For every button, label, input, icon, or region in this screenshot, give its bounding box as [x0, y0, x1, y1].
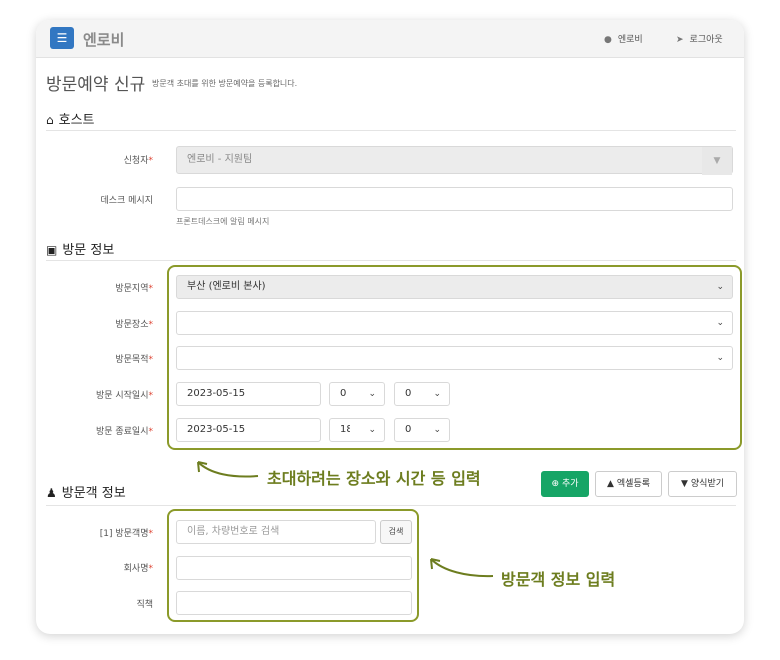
- start-datetime-label: 방문 시작일시*: [56, 388, 153, 401]
- purpose-label-text: 방문목적: [115, 355, 149, 365]
- end-datetime-label: 방문 종료일시*: [56, 424, 153, 437]
- divider: [46, 130, 736, 131]
- id-card-icon: ▣: [46, 243, 58, 257]
- divider: [46, 505, 736, 506]
- brand-name[interactable]: 엔로비: [83, 29, 124, 50]
- arrow-up-circle-icon: ▲: [606, 479, 614, 489]
- place-label-text: 방문장소: [115, 320, 149, 330]
- applicant-label: 신청자*: [56, 153, 153, 166]
- plus-circle-icon: ⊕: [551, 479, 559, 489]
- host-section-label: 호스트: [58, 113, 95, 128]
- user-icon: ●: [604, 35, 612, 45]
- required-mark: *: [148, 320, 154, 330]
- company-label-text: 회사명: [123, 564, 149, 574]
- required-mark: *: [148, 156, 154, 166]
- applicant-label-text: 신청자: [123, 156, 149, 166]
- company-label: 회사명*: [56, 561, 153, 574]
- region-label: 방문지역*: [56, 281, 153, 294]
- applicant-value: 엔로비 - 지원팀: [187, 154, 253, 165]
- end-label-text: 방문 종료일시: [95, 427, 149, 437]
- visitor-info-highlight-box: [167, 509, 419, 622]
- region-label-text: 방문지역: [115, 284, 149, 294]
- start-label-text: 방문 시작일시: [95, 391, 149, 401]
- visitor-name-label: [1] 방문객명*: [56, 526, 153, 539]
- divider: [46, 260, 736, 261]
- sign-out-icon: ➤: [676, 35, 684, 45]
- applicant-select[interactable]: 엔로비 - 지원팀 ▼: [176, 146, 733, 175]
- visit-section-label: 방문 정보: [62, 243, 115, 258]
- visit-info-highlight-box: [167, 265, 742, 450]
- logout-label: 로그아웃: [689, 35, 723, 45]
- visitor-info-annotation: 방문객 정보 입력: [501, 570, 616, 589]
- visitor-name-label-text: [1] 방문객명: [99, 529, 149, 539]
- desk-message-input[interactable]: [176, 187, 733, 211]
- download-form-button[interactable]: ▼ 양식받기: [668, 471, 737, 497]
- host-section-title: ⌂ 호스트: [46, 109, 95, 128]
- excel-upload-button[interactable]: ▲ 엑셀등록: [595, 471, 662, 497]
- required-mark: *: [148, 391, 154, 401]
- annotation-arrow-icon: [430, 558, 494, 578]
- visit-info-annotation: 초대하려는 장소와 시간 등 입력: [267, 469, 481, 488]
- user-menu[interactable]: ● 엔로비: [604, 32, 643, 45]
- desk-message-help: 프론트데스크에 알림 메시지: [176, 217, 270, 226]
- desk-message-label: 데스크 메시지: [100, 196, 153, 206]
- logout-link[interactable]: ➤ 로그아웃: [676, 32, 723, 45]
- visitor-section-title: ♟ 방문객 정보: [46, 482, 126, 501]
- required-mark: *: [148, 284, 154, 294]
- excel-button-label: 엑셀등록: [616, 479, 651, 489]
- hamburger-icon: ☰: [56, 31, 68, 45]
- form-button-label: 양식받기: [690, 479, 725, 489]
- menu-toggle-button[interactable]: ☰: [50, 27, 74, 49]
- visit-section-title: ▣ 방문 정보: [46, 239, 114, 258]
- required-mark: *: [148, 355, 154, 365]
- annotation-arrow-icon: [197, 461, 259, 478]
- place-label: 방문장소*: [56, 317, 153, 330]
- purpose-label: 방문목적*: [56, 352, 153, 365]
- home-icon: ⌂: [46, 113, 54, 127]
- user-icon: ♟: [46, 486, 57, 500]
- user-name: 엔로비: [617, 35, 643, 45]
- visitor-section-label: 방문객 정보: [61, 486, 126, 501]
- top-navbar: ☰ 엔로비 ● 엔로비 ➤ 로그아웃: [36, 20, 744, 58]
- add-visitor-button[interactable]: ⊕ 추가: [541, 471, 589, 497]
- arrow-down-circle-icon: ▼: [680, 479, 688, 489]
- chevron-down-icon: ▼: [702, 147, 732, 175]
- add-button-label: 추가: [561, 479, 579, 489]
- page-subtitle: 방문객 초대를 위한 방문예약을 등록합니다.: [152, 79, 298, 88]
- required-mark: *: [148, 427, 154, 437]
- page-title: 방문예약 신규: [46, 75, 146, 95]
- job-title-label: 직책: [136, 600, 153, 610]
- required-mark: *: [148, 564, 154, 574]
- required-mark: *: [148, 529, 154, 539]
